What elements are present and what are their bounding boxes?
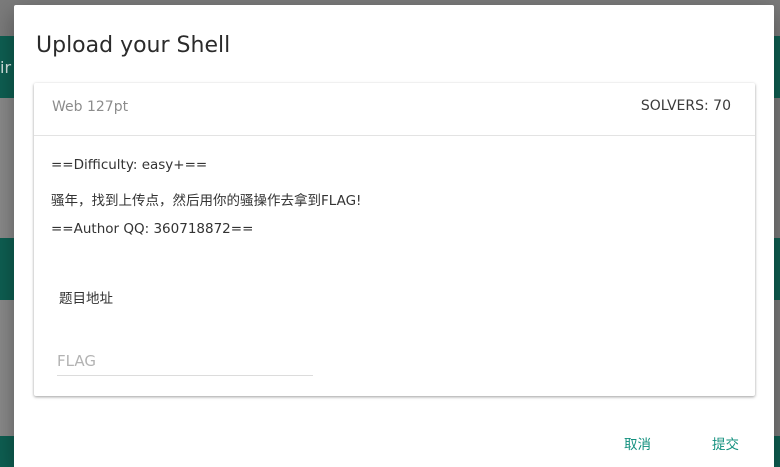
background-card bbox=[0, 238, 14, 300]
background-panel bbox=[0, 98, 14, 238]
challenge-card: Web 127pt SOLVERS: 70 ==Difficulty: easy… bbox=[34, 83, 755, 396]
description-line: ==Difficulty: easy+== bbox=[51, 157, 208, 173]
challenge-address-link[interactable]: 题目地址 bbox=[59, 287, 113, 307]
background-panel bbox=[0, 300, 14, 436]
flag-input[interactable] bbox=[57, 347, 313, 376]
background-text-fragment: ir bbox=[0, 58, 12, 77]
card-header: Web 127pt SOLVERS: 70 bbox=[34, 83, 755, 136]
background-card bbox=[774, 436, 780, 467]
background-card bbox=[774, 36, 780, 98]
background-card bbox=[0, 436, 14, 467]
description-line: ==Author QQ: 360718872== bbox=[51, 221, 254, 237]
description-line: 骚年，找到上传点，然后用你的骚操作去拿到FLAG! bbox=[51, 193, 362, 209]
challenge-category: Web 127pt bbox=[52, 99, 129, 115]
modal-title: Upload your Shell bbox=[36, 33, 231, 58]
background-card bbox=[774, 238, 780, 300]
solvers-count: SOLVERS: 70 bbox=[640, 98, 731, 114]
cancel-button[interactable]: 取消 bbox=[618, 429, 657, 457]
submit-button[interactable]: 提交 bbox=[706, 429, 745, 457]
challenge-modal: Upload your Shell Web 127pt SOLVERS: 70 … bbox=[14, 5, 774, 467]
